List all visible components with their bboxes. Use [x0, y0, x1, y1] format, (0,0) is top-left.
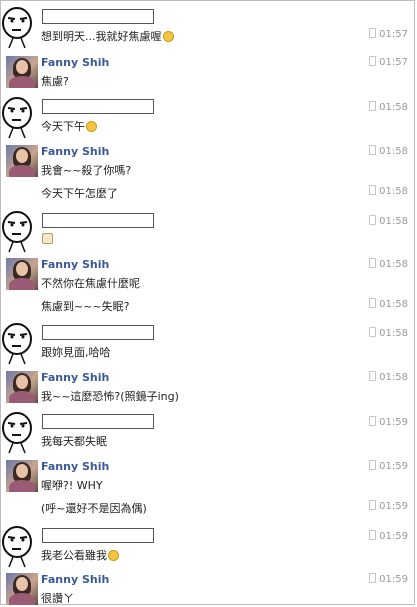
redacted-name-box: [42, 9, 154, 24]
timestamp: 01:57: [369, 56, 408, 68]
message-status-icon: [369, 298, 377, 308]
message-text: 今天下午: [41, 118, 97, 134]
meme-face-avatar[interactable]: [0, 95, 39, 139]
message-status-icon: [369, 101, 377, 111]
sender-name[interactable]: Fanny Shih: [41, 258, 109, 271]
message-status-icon: [369, 258, 377, 268]
message-status-icon: [369, 371, 377, 381]
message-status-icon: [369, 460, 377, 470]
sad-smiley-icon: [108, 550, 119, 561]
timestamp: 01:58: [369, 371, 408, 383]
fanny-photo-avatar[interactable]: [6, 573, 38, 605]
message-text: 我~~這麼恐怖?(照鏡子ing): [41, 390, 179, 403]
message-status-icon: [369, 327, 377, 337]
meme-face-avatar[interactable]: [0, 321, 39, 365]
redacted-name-box: [42, 99, 154, 114]
timestamp: 01:59: [369, 573, 408, 585]
timestamp: 01:59: [369, 460, 408, 472]
timestamp: 01:59: [369, 416, 408, 428]
redacted-name-box: [42, 414, 154, 429]
message-text: 今天下午怎麼了: [41, 187, 118, 200]
message-text: 焦慮到~~~失眠?: [41, 300, 130, 313]
message-status-icon: [369, 530, 377, 540]
timestamp: 01:58: [369, 101, 408, 113]
message-status-icon: [369, 56, 377, 66]
message-status-icon: [369, 416, 377, 426]
wink-smiley-icon: [162, 31, 174, 42]
fanny-photo-avatar[interactable]: [6, 258, 38, 290]
message-text: 我老公看雖我: [41, 547, 119, 563]
fanny-photo-avatar[interactable]: [6, 145, 38, 177]
message-text: 跟妳見面,哈哈: [41, 346, 111, 359]
message-text: [41, 232, 53, 245]
timestamp: 01:59: [369, 530, 408, 542]
meme-face-avatar[interactable]: [0, 524, 39, 568]
message-text: 我每天都失眠: [41, 435, 107, 448]
timestamp: 01:58: [369, 215, 408, 227]
sender-name[interactable]: Fanny Shih: [41, 573, 109, 586]
redacted-name-box: [42, 528, 154, 543]
message-status-icon: [369, 28, 377, 38]
fanny-photo-avatar[interactable]: [6, 371, 38, 403]
timestamp: 01:58: [369, 185, 408, 197]
timestamp: 01:58: [369, 298, 408, 310]
fanny-photo-avatar[interactable]: [6, 56, 38, 88]
message-status-icon: [369, 500, 377, 510]
sender-name[interactable]: Fanny Shih: [41, 460, 109, 473]
message-text: 想到明天...我就好焦慮喔: [41, 28, 174, 44]
timestamp: 01:58: [369, 258, 408, 270]
sender-name[interactable]: Fanny Shih: [41, 145, 109, 158]
sender-name[interactable]: Fanny Shih: [41, 371, 109, 384]
message-text: (呼~還好不是因為偶): [41, 502, 147, 515]
redacted-name-box: [42, 213, 154, 228]
message-status-icon: [369, 215, 377, 225]
timestamp: 01:57: [369, 28, 408, 40]
sender-name[interactable]: Fanny Shih: [41, 56, 109, 69]
message-text: 不然你在焦慮什麼呢: [41, 277, 140, 290]
message-status-icon: [369, 145, 377, 155]
meme-face-avatar[interactable]: [0, 410, 39, 454]
sad-smiley-icon: [86, 121, 97, 132]
message-text: 焦慮?: [41, 75, 69, 88]
meme-face-avatar[interactable]: [0, 5, 39, 49]
meme-face-avatar[interactable]: [0, 209, 39, 253]
message-status-icon: [369, 573, 377, 583]
fanny-photo-avatar[interactable]: [6, 460, 38, 492]
redacted-name-box: [42, 325, 154, 340]
timestamp: 01:59: [369, 500, 408, 512]
message-text: 我會~~殺了你嗎?: [41, 164, 132, 177]
message-text: 很讚ㄚ: [41, 592, 74, 605]
timestamp: 01:58: [369, 145, 408, 157]
gift-box-icon: [42, 233, 53, 244]
message-status-icon: [369, 185, 377, 195]
timestamp: 01:58: [369, 327, 408, 339]
message-text: 喔咿?! WHY: [41, 479, 103, 492]
chat-log: 想到明天...我就好焦慮喔 01:57 Fanny Shih 焦慮? 01:57…: [0, 0, 415, 605]
